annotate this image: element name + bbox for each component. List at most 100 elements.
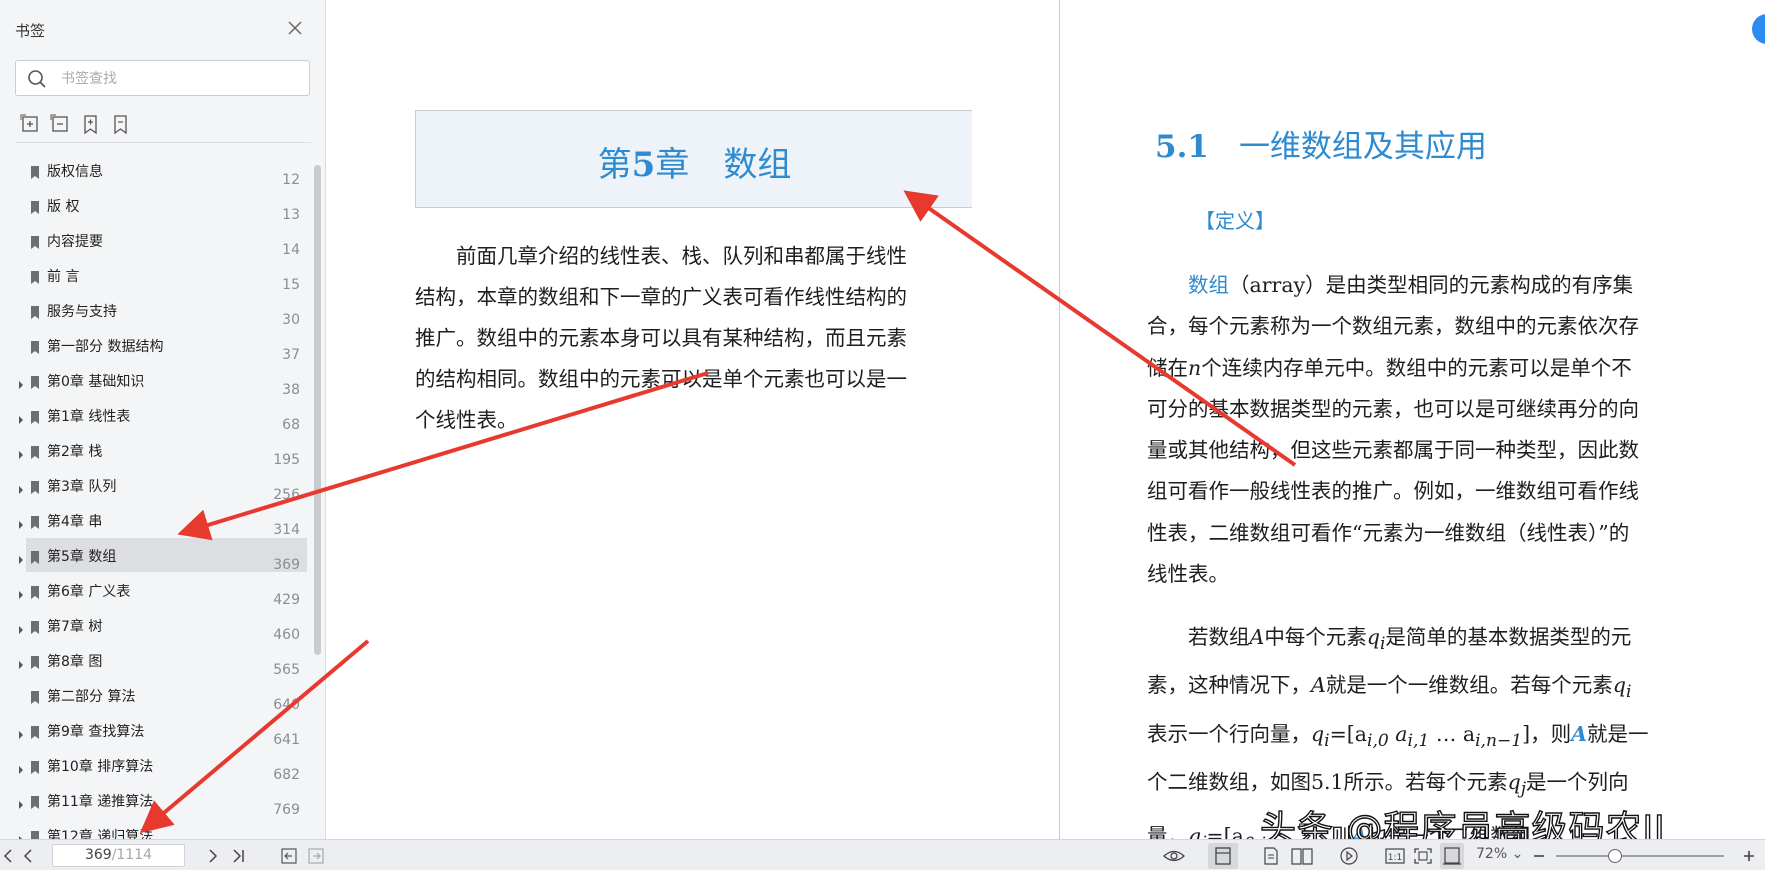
paragraph-line: 性表，二维数组可看作“元素为一维数组（线性表）”的 bbox=[1147, 520, 1630, 545]
expand-arrow-icon[interactable] bbox=[16, 620, 26, 634]
bookmark-list: 版权信息 12 版 权 13 内容提要 14 前 言 15 服务与支持 30 第一部分 数据结构 37… bbox=[0, 153, 312, 839]
bookmark-item[interactable]: 第7章 树 460 bbox=[0, 608, 312, 643]
paragraph-line: 个线性表。 bbox=[415, 408, 518, 432]
expand-arrow-icon[interactable] bbox=[16, 445, 26, 459]
bookmark-item[interactable]: 第4章 串 314 bbox=[0, 503, 312, 538]
paragraph-line: 素，这种情况下，A就是一个一维数组。若每个元素qi bbox=[1147, 665, 1649, 713]
expand-arrow-icon[interactable] bbox=[16, 375, 26, 389]
bookmark-label: 第12章 递归算法 bbox=[47, 829, 154, 839]
expand-arrow-icon[interactable] bbox=[16, 515, 26, 529]
bookmark-panel-title: 书签 bbox=[15, 22, 46, 40]
bookmark-item[interactable]: 第9章 查找算法 641 bbox=[0, 713, 312, 748]
zoom-out-icon[interactable] bbox=[1532, 846, 1546, 866]
fit-page-icon[interactable] bbox=[1412, 846, 1434, 866]
search-icon bbox=[27, 69, 47, 89]
bookmark-item[interactable]: 第二部分 算法 640 bbox=[0, 678, 312, 713]
math-var: qi bbox=[1612, 673, 1632, 703]
expand-all-icon[interactable] bbox=[20, 114, 42, 136]
term-highlight: 数组 bbox=[1188, 273, 1229, 297]
paragraph-line: 组可看作一般线性表的推广。例如，一维数组可看作线 bbox=[1147, 479, 1639, 504]
prev-page-icon[interactable] bbox=[22, 846, 34, 866]
bookmark-item[interactable]: 第12章 递归算法 bbox=[0, 818, 312, 839]
bookmark-item[interactable]: 第8章 图 565 bbox=[0, 643, 312, 678]
expand-arrow-icon[interactable] bbox=[16, 725, 26, 739]
bookmark-page-number: 37 bbox=[282, 347, 300, 363]
bookmark-item[interactable]: 第2章 栈 195 bbox=[0, 433, 312, 468]
line-text: 就是一 bbox=[1587, 721, 1649, 746]
bookmark-icon bbox=[30, 444, 40, 459]
continuous-view-icon[interactable] bbox=[1262, 846, 1280, 866]
close-icon[interactable] bbox=[286, 19, 304, 37]
expand-arrow-icon[interactable] bbox=[16, 830, 26, 839]
bookmark-item[interactable]: 第6章 广义表 429 bbox=[0, 573, 312, 608]
expand-arrow-icon[interactable] bbox=[16, 760, 26, 774]
last-page-icon[interactable] bbox=[232, 846, 246, 866]
math-var: q bbox=[1366, 625, 1380, 649]
zoom-in-icon[interactable] bbox=[1742, 846, 1756, 866]
paragraph-line: 推广。数组中的元素本身可以具有某种结构，而且元素 bbox=[415, 326, 907, 350]
bookmark-item[interactable]: 第5章 数组 369 bbox=[0, 538, 312, 573]
play-icon[interactable] bbox=[1338, 846, 1360, 866]
actual-size-icon[interactable]: 1:1 bbox=[1384, 846, 1406, 866]
bookmark-search-box[interactable] bbox=[15, 60, 310, 96]
expand-arrow-icon[interactable] bbox=[16, 655, 26, 669]
bookmark-item[interactable]: 第一部分 数据结构 37 bbox=[0, 328, 312, 363]
bookmark-search-input[interactable] bbox=[61, 68, 301, 90]
line-text: 个连续内存单元中。数组中的元素可以是单个不 bbox=[1201, 355, 1632, 380]
bookmark-page-number: 14 bbox=[282, 242, 300, 258]
expand-arrow-icon[interactable] bbox=[16, 410, 26, 424]
bookmark-item[interactable]: 内容提要 14 bbox=[0, 223, 312, 258]
svg-text:1:1: 1:1 bbox=[1388, 853, 1402, 863]
bookmark-icon bbox=[30, 794, 40, 809]
bookmark-item[interactable]: 版权信息 12 bbox=[0, 153, 312, 188]
zoom-level-dropdown[interactable]: 72% ⌄ bbox=[1476, 846, 1523, 862]
expand-arrow-icon[interactable] bbox=[16, 795, 26, 809]
forward-icon[interactable] bbox=[307, 846, 325, 866]
collapse-all-icon[interactable] bbox=[50, 114, 72, 136]
bookmark-page-number: 314 bbox=[273, 522, 300, 538]
eye-protection-icon[interactable] bbox=[1162, 846, 1186, 866]
next-page-icon[interactable] bbox=[207, 846, 219, 866]
bookmark-item[interactable]: 第11章 递推算法 769 bbox=[0, 783, 312, 818]
bookmark-item[interactable]: 第10章 排序算法 682 bbox=[0, 748, 312, 783]
expand-arrow-icon[interactable] bbox=[16, 480, 26, 494]
back-icon[interactable] bbox=[280, 846, 298, 866]
bookmark-label: 第4章 串 bbox=[47, 514, 103, 530]
bookmark-item[interactable]: 前 言 15 bbox=[0, 258, 312, 293]
page-number-field[interactable]: 369/1114 bbox=[52, 844, 185, 867]
bookmark-label: 内容提要 bbox=[47, 234, 103, 250]
chapter-title: 第5章 数组 bbox=[416, 137, 973, 186]
remove-bookmark-icon[interactable] bbox=[110, 114, 132, 136]
expand-arrow-icon[interactable] bbox=[16, 550, 26, 564]
paragraph-line: 表示一个行向量，qi=[ai,0 ai,1 … ai,n−1]，则A就是一 bbox=[1147, 714, 1649, 762]
math-var: n bbox=[1188, 355, 1202, 380]
single-page-view-icon[interactable] bbox=[1208, 843, 1238, 869]
zoom-slider-track[interactable] bbox=[1556, 855, 1724, 857]
line-text: 是一个列向 bbox=[1526, 770, 1629, 795]
line-text: 若数组 bbox=[1188, 625, 1250, 649]
line-text: 表示一个行向量， bbox=[1147, 721, 1311, 746]
bookmark-item[interactable]: 版 权 13 bbox=[0, 188, 312, 223]
double-page-view-icon[interactable] bbox=[1290, 846, 1314, 866]
expand-arrow-icon[interactable] bbox=[16, 585, 26, 599]
bookmark-item[interactable]: 第1章 线性表 68 bbox=[0, 398, 312, 433]
bookmark-label: 版 权 bbox=[47, 199, 80, 215]
line-text: （array）是由类型相同的元素构成的有序集 bbox=[1229, 273, 1634, 297]
line-text: 储在 bbox=[1147, 355, 1188, 380]
paragraph-line: 储在n个连续内存单元中。数组中的元素可以是单个不 bbox=[1147, 348, 1639, 389]
bookmark-label: 第8章 图 bbox=[47, 654, 103, 670]
line-text: ]，则 bbox=[1522, 721, 1572, 746]
first-page-icon[interactable] bbox=[2, 846, 14, 866]
add-bookmark-icon[interactable] bbox=[80, 114, 102, 136]
fit-width-icon[interactable] bbox=[1440, 843, 1464, 869]
bookmark-page-number: 256 bbox=[273, 487, 300, 503]
bookmark-label: 第3章 队列 bbox=[47, 479, 117, 495]
bookmark-item[interactable]: 服务与支持 30 bbox=[0, 293, 312, 328]
bookmark-item[interactable]: 第3章 队列 256 bbox=[0, 468, 312, 503]
bookmark-label: 第11章 递推算法 bbox=[47, 794, 154, 810]
bookmark-item[interactable]: 第0章 基础知识 38 bbox=[0, 363, 312, 398]
sidebar-scrollbar[interactable] bbox=[314, 165, 321, 655]
math-var: A bbox=[1249, 625, 1265, 649]
zoom-slider-thumb[interactable] bbox=[1607, 849, 1622, 863]
page-divider bbox=[1059, 0, 1060, 839]
